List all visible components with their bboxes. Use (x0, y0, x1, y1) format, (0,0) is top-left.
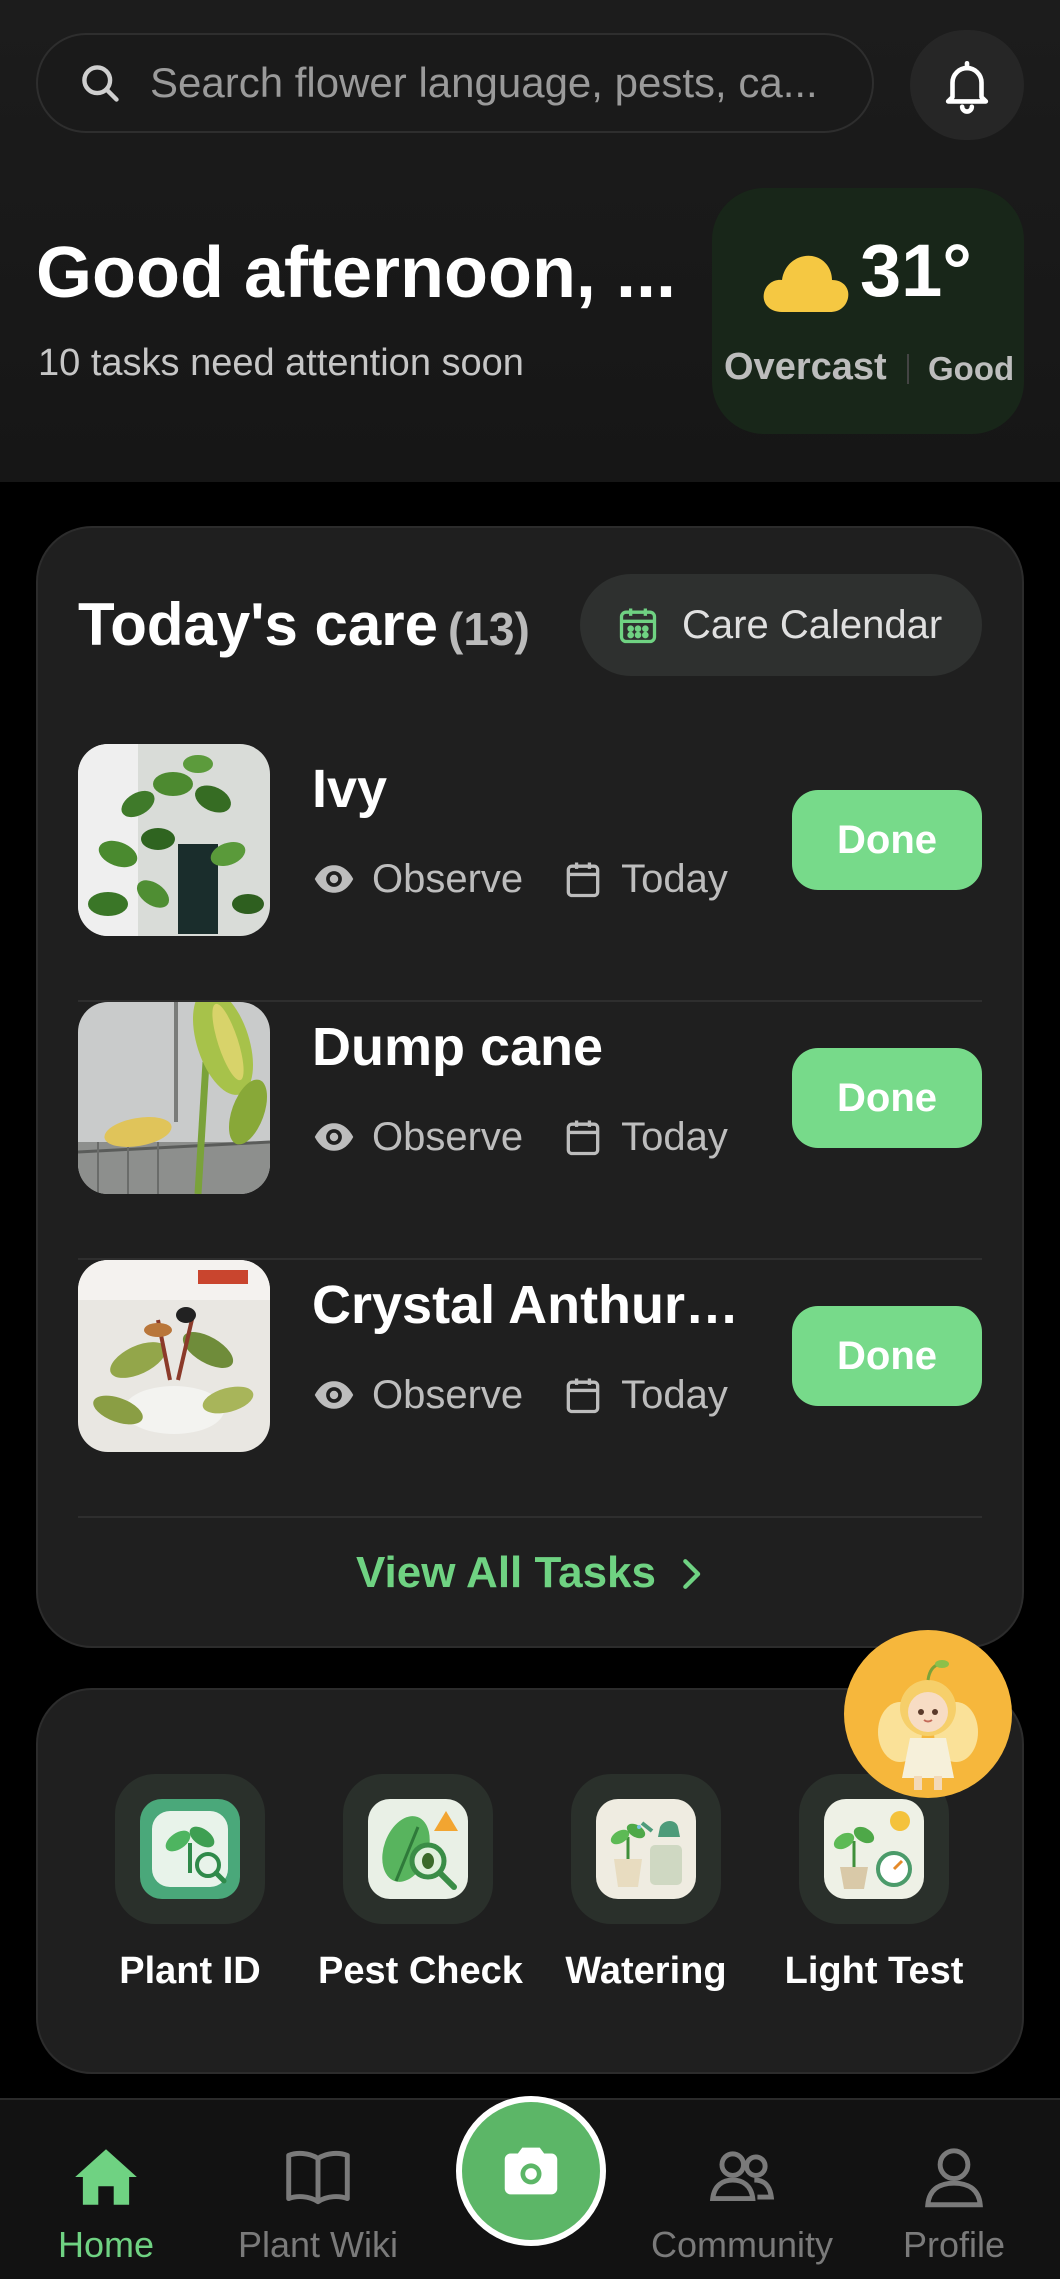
plant-name: Crystal Anthuriu... (312, 1275, 752, 1335)
notifications-button[interactable] (910, 30, 1024, 140)
task-meta: Observe Today (312, 854, 728, 904)
nav-profile-label: Profile (902, 2224, 1006, 2265)
calendar-icon (619, 608, 657, 644)
light-test-icon (824, 1799, 924, 1899)
camera-scan-button[interactable] (456, 2096, 606, 2246)
done-button[interactable]: Done (792, 790, 982, 890)
weather-divider (907, 354, 909, 384)
tool-label: Watering (565, 1950, 727, 1992)
tool-label: Pest Check (318, 1950, 523, 1992)
care-calendar-button[interactable]: Care Calendar (580, 574, 982, 676)
cloud-icon (763, 255, 849, 312)
done-button[interactable]: Done (792, 1048, 982, 1148)
temperature: 31° (860, 229, 972, 312)
greeting-title: Good afternoon, ... (36, 233, 676, 313)
task-due: Today (621, 1114, 728, 1159)
tool-label: Plant ID (119, 1950, 261, 1992)
calendar-icon (566, 862, 600, 898)
profile-icon (925, 2148, 983, 2208)
calendar-icon (566, 1120, 600, 1156)
task-action: Observe (372, 1372, 524, 1417)
weather-card[interactable]: 31° Overcast Good (712, 188, 1024, 434)
nav-community-label: Community (650, 2224, 834, 2265)
tool-light-test[interactable]: Light Test (774, 1774, 974, 1993)
nav-community[interactable]: Community (642, 2140, 842, 2266)
task-action: Observe (372, 1114, 524, 1159)
tool-pest-check[interactable]: Pest Check (318, 1774, 523, 1993)
greeting-subtitle: 10 tasks need attention soon (38, 342, 524, 384)
tool-label: Light Test (784, 1950, 964, 1992)
task-row[interactable]: Crystal Anthuriu... Observe Today Done (78, 1260, 982, 1518)
book-icon (286, 2150, 350, 2205)
care-calendar-label: Care Calendar (682, 602, 943, 647)
search-bar[interactable]: Search flower language, pests, ca... (36, 33, 874, 133)
tool-watering[interactable]: Watering (546, 1774, 746, 1993)
todays-care-card: Today's care (13) Care Calendar Ivy Obse… (36, 526, 1024, 1648)
tool-plant-id[interactable]: Plant ID (90, 1774, 290, 1993)
task-meta: Observe Today (312, 1112, 728, 1162)
eye-icon (314, 865, 354, 893)
plant-photo (78, 1260, 270, 1452)
bell-icon (945, 60, 989, 114)
camera-icon (504, 2147, 558, 2195)
divider (78, 1516, 982, 1518)
care-title: Today's care (13) (78, 591, 530, 658)
nav-home[interactable]: Home (6, 2140, 206, 2266)
calendar-icon (566, 1378, 600, 1414)
nav-profile[interactable]: Profile (854, 2140, 1054, 2266)
weather-condition: Overcast (724, 346, 887, 388)
eye-icon (314, 1381, 354, 1409)
task-row[interactable]: Dump cane Observe Today Done (78, 1002, 982, 1260)
community-icon (709, 2151, 775, 2202)
nav-plant-wiki[interactable]: Plant Wiki (218, 2140, 418, 2266)
search-icon (82, 65, 119, 102)
chevron-right-icon (683, 1559, 701, 1589)
fairy-mascot-icon (878, 1660, 978, 1790)
care-count: (13) (448, 603, 530, 655)
task-row[interactable]: Ivy Observe Today Done (78, 744, 982, 1002)
plant-photo (78, 1002, 270, 1194)
plant-id-icon (140, 1799, 240, 1899)
nav-home-label: Home (57, 2224, 155, 2265)
done-button[interactable]: Done (792, 1306, 982, 1406)
plant-name: Dump cane (312, 1017, 604, 1077)
watering-icon (596, 1799, 696, 1899)
view-all-tasks-link[interactable]: View All Tasks (38, 1548, 1026, 1598)
search-input[interactable]: Search flower language, pests, ca... (150, 59, 840, 107)
task-due: Today (621, 856, 728, 901)
home-icon (75, 2149, 137, 2205)
task-due: Today (621, 1372, 728, 1417)
eye-icon (314, 1123, 354, 1151)
air-quality: Good (928, 350, 1015, 387)
pest-check-icon (368, 1799, 468, 1899)
task-meta: Observe Today (312, 1370, 728, 1420)
nav-plant-wiki-label: Plant Wiki (237, 2224, 399, 2265)
plant-name: Ivy (312, 759, 388, 819)
assistant-fairy-button[interactable] (844, 1630, 1012, 1798)
plant-photo (78, 744, 270, 936)
task-action: Observe (372, 856, 524, 901)
